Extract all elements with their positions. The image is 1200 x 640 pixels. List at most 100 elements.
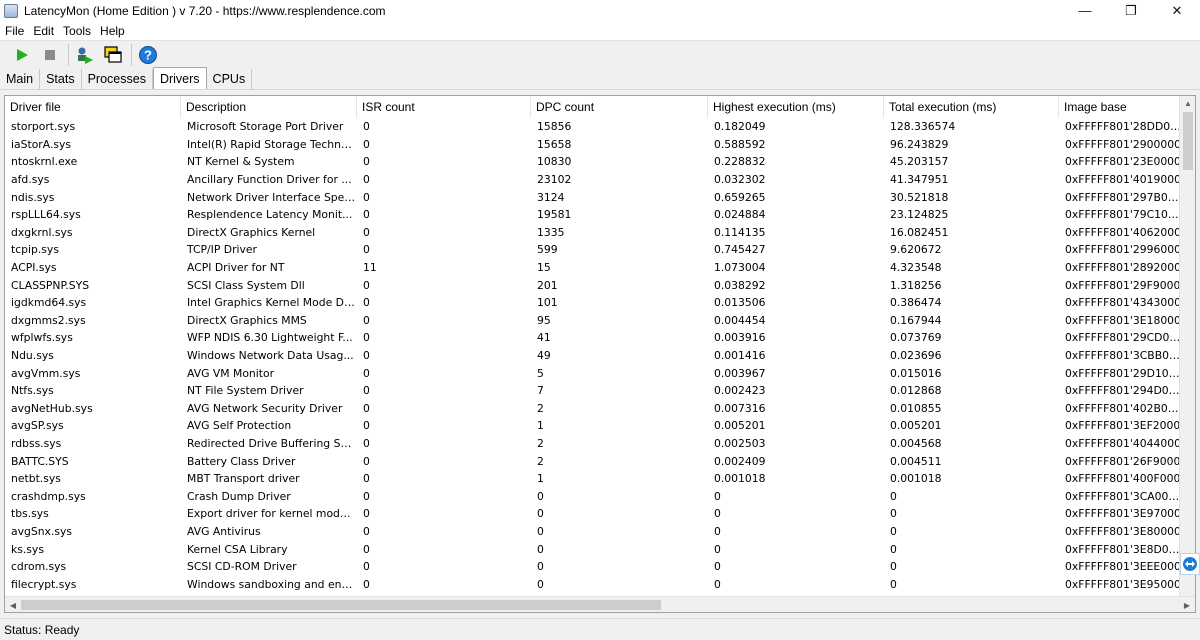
table-row[interactable]: avgSP.sys AVG Self Protection 0 1 0.005201 0.…: [5, 417, 1181, 435]
tab-cpus[interactable]: CPUs: [206, 69, 253, 89]
table-row[interactable]: afd.sys Ancillary Function Driver for ...…: [5, 171, 1181, 189]
menu-tools[interactable]: Tools: [63, 24, 91, 38]
scroll-right-icon[interactable]: ▶: [1179, 597, 1195, 612]
table-row[interactable]: crashdmp.sys Crash Dump Driver 0 0 0 0 0xFFFFF…: [5, 487, 1181, 505]
table-cell: 0.002409: [714, 454, 766, 468]
close-button[interactable]: ✕: [1154, 0, 1200, 21]
table-row[interactable]: avgSnx.sys AVG Antivirus 0 0 0 0 0xFFFFF801'3E…: [5, 523, 1181, 541]
table-cell: WFP NDIS 6.30 Lightweight F...: [187, 331, 353, 345]
table-row[interactable]: CLASSPNP.SYS SCSI Class System Dll 0 201 0.0…: [5, 276, 1181, 294]
table-cell: 49: [537, 349, 551, 363]
table-cell: rspLLL64.sys: [11, 208, 81, 222]
table-row[interactable]: storport.sys Microsoft Storage Port Drive…: [5, 118, 1181, 136]
maximize-button[interactable]: ❐: [1108, 0, 1154, 21]
column-header[interactable]: DPC count: [531, 96, 708, 118]
column-header[interactable]: Driver file: [5, 96, 181, 118]
table-cell: DirectX Graphics Kernel: [187, 225, 316, 239]
table-body: storport.sys Microsoft Storage Port Drive…: [5, 118, 1181, 596]
window-title: LatencyMon (Home Edition ) v 7.20 - http…: [24, 3, 386, 18]
remote-assist-icon[interactable]: [1180, 553, 1200, 575]
svg-text:?: ?: [144, 47, 152, 62]
minimize-button[interactable]: —: [1062, 0, 1108, 21]
table-row[interactable]: igdkmd64.sys Intel Graphics Kernel Mode D…: [5, 294, 1181, 312]
table-row[interactable]: avgNetHub.sys AVG Network Security Driver…: [5, 400, 1181, 418]
table-row[interactable]: avgVmm.sys AVG VM Monitor 0 5 0.003967 0.0150…: [5, 364, 1181, 382]
table-cell: 0.012868: [890, 384, 942, 398]
table-row[interactable]: rdbss.sys Redirected Drive Buffering Su..…: [5, 435, 1181, 453]
table-row[interactable]: netbt.sys MBT Transport driver 0 1 0.001018 0…: [5, 470, 1181, 488]
table-row[interactable]: ACPI.sys ACPI Driver for NT 11 15 1.073004 4.…: [5, 259, 1181, 277]
tab-drivers[interactable]: Drivers: [152, 67, 207, 89]
table-cell: 0: [363, 120, 370, 134]
table-cell: 0: [363, 436, 370, 450]
table-cell: 0: [537, 524, 544, 538]
table-cell: 0xFFFFF801'3EF2000: [1065, 419, 1181, 433]
table-cell: 0: [363, 560, 370, 574]
table-cell: 1335: [537, 225, 565, 239]
table-cell: 0.228832: [714, 155, 766, 169]
table-row[interactable]: ks.sys Kernel CSA Library 0 0 0 0 0xFFFFF801'3…: [5, 540, 1181, 558]
table-cell: 128.336574: [890, 120, 956, 134]
table-row[interactable]: wfplwfs.sys WFP NDIS 6.30 Lightweight F..…: [5, 329, 1181, 347]
scroll-left-icon[interactable]: ◀: [5, 597, 21, 612]
table-cell: 0.004511: [890, 454, 942, 468]
table-cell: iaStorA.sys: [11, 137, 72, 151]
table-cell: dxgmms2.sys: [11, 313, 86, 327]
table-cell: Kernel CSA Library: [187, 542, 288, 556]
column-header[interactable]: Total execution (ms): [884, 96, 1059, 118]
menu-edit[interactable]: Edit: [33, 24, 54, 38]
table-row[interactable]: BATTC.SYS Battery Class Driver 0 2 0.002409 0…: [5, 452, 1181, 470]
table-row[interactable]: rspLLL64.sys Resplendence Latency Monit..…: [5, 206, 1181, 224]
table-cell: SCSI CD-ROM Driver: [187, 560, 297, 574]
help-icon[interactable]: ?: [136, 43, 160, 67]
table-row[interactable]: tcpip.sys TCP/IP Driver 0 599 0.745427 9.6206…: [5, 241, 1181, 259]
table-cell: 0.013506: [714, 296, 766, 310]
table-cell: 0: [363, 384, 370, 398]
table-cell: 0.032302: [714, 173, 766, 187]
menu-help[interactable]: Help: [100, 24, 125, 38]
tab-stats[interactable]: Stats: [40, 69, 82, 89]
table-cell: 0xFFFFF801'402B000: [1065, 401, 1181, 415]
table-row[interactable]: filecrypt.sys Windows sandboxing and enc.…: [5, 575, 1181, 593]
table-row[interactable]: ndis.sys Network Driver Interface Speci..…: [5, 188, 1181, 206]
table-cell: 0: [714, 542, 721, 556]
play-icon[interactable]: [10, 43, 34, 67]
table-cell: avgSP.sys: [11, 419, 64, 433]
horizontal-scroll-thumb[interactable]: [21, 600, 661, 610]
table-row[interactable]: cdrom.sys SCSI CD-ROM Driver 0 0 0 0 0xFFFFF80…: [5, 558, 1181, 576]
table-cell: Battery Class Driver: [187, 454, 296, 468]
vertical-scrollbar[interactable]: ▲: [1179, 96, 1195, 596]
table-cell: 0xFFFFF801'3CBB000: [1065, 349, 1181, 363]
table-cell: 0: [363, 278, 370, 292]
table-row[interactable]: Ndu.sys Windows Network Data Usag... 0 49 0.…: [5, 347, 1181, 365]
run-as-icon[interactable]: [73, 43, 97, 67]
table-cell: 0.038292: [714, 278, 766, 292]
stop-icon[interactable]: [38, 43, 62, 67]
table-row[interactable]: ntoskrnl.exe NT Kernel & System 0 10830 0.22…: [5, 153, 1181, 171]
table-cell: 0: [890, 489, 897, 503]
table-cell: 1.073004: [714, 261, 766, 275]
table-cell: ACPI.sys: [11, 261, 57, 275]
table-row[interactable]: dxgkrnl.sys DirectX Graphics Kernel 0 1335 0…: [5, 224, 1181, 242]
table-cell: Ancillary Function Driver for ...: [187, 173, 352, 187]
windows-icon[interactable]: [101, 43, 125, 67]
tab-processes[interactable]: Processes: [81, 69, 153, 89]
table-cell: 201: [537, 278, 558, 292]
scroll-up-icon[interactable]: ▲: [1180, 96, 1195, 111]
menu-file[interactable]: File: [5, 24, 24, 38]
column-header[interactable]: ISR count: [357, 96, 531, 118]
vertical-scroll-thumb[interactable]: [1183, 112, 1193, 170]
tab-main[interactable]: Main: [0, 69, 41, 89]
column-header[interactable]: Highest execution (ms): [708, 96, 884, 118]
table-cell: 3124: [537, 190, 565, 204]
table-row[interactable]: iaStorA.sys Intel(R) Rapid Storage Techno…: [5, 136, 1181, 154]
horizontal-scrollbar[interactable]: ◀ ▶: [5, 596, 1195, 612]
column-header[interactable]: Image base: [1059, 96, 1181, 118]
table-row[interactable]: dxgmms2.sys DirectX Graphics MMS 0 95 0.0044…: [5, 312, 1181, 330]
table-row[interactable]: Ntfs.sys NT File System Driver 0 7 0.002423 0…: [5, 382, 1181, 400]
column-header[interactable]: Description: [181, 96, 357, 118]
table-cell: BATTC.SYS: [11, 454, 69, 468]
table-row[interactable]: tbs.sys Export driver for kernel mode ...…: [5, 505, 1181, 523]
table-cell: NT File System Driver: [187, 384, 304, 398]
table-cell: 0xFFFFF801'29D1000: [1065, 366, 1181, 380]
